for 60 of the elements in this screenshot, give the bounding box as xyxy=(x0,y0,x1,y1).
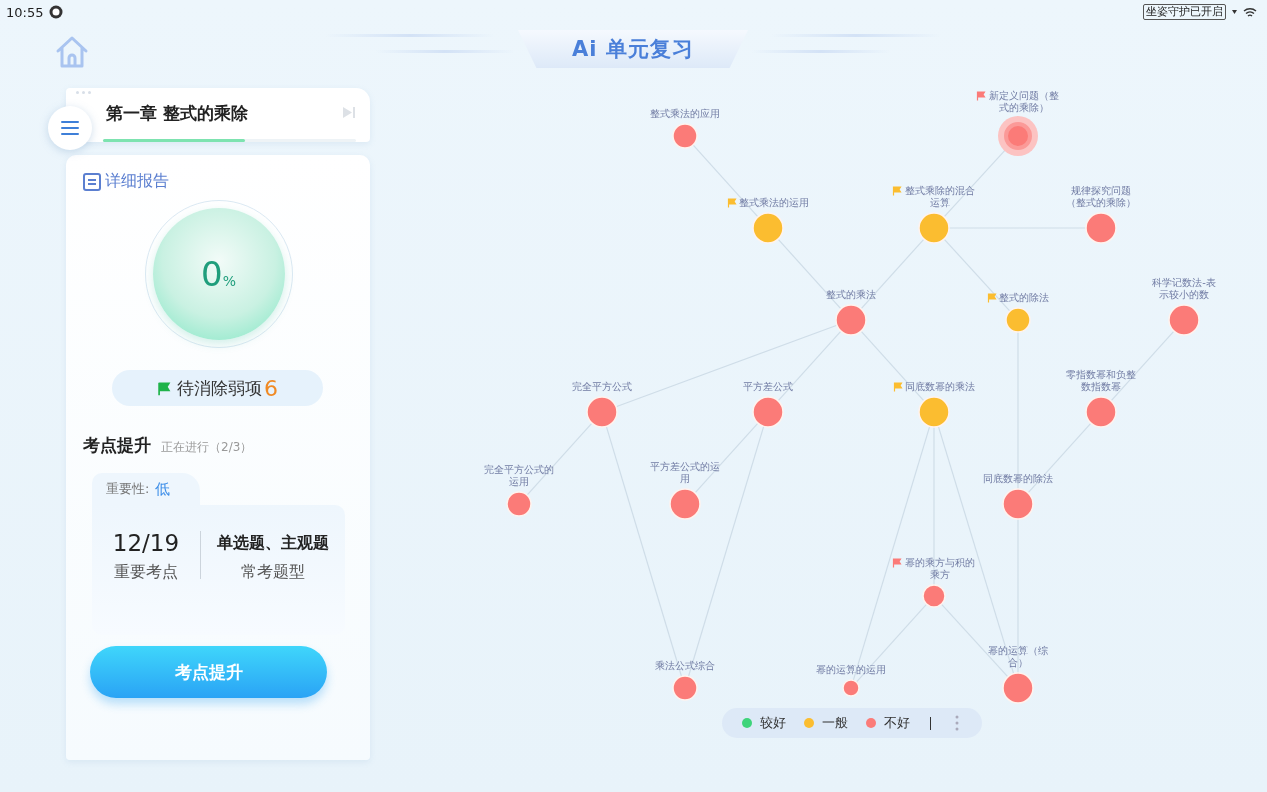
section-title: 考点提升 xyxy=(83,434,151,457)
menu-button[interactable] xyxy=(48,106,92,150)
node-label: 平方差公式的运用 xyxy=(649,461,721,485)
stat-label: 常考题型 xyxy=(241,561,305,583)
status-notice: 坐姿守护已开启 xyxy=(1143,4,1226,20)
score-value: 0 xyxy=(201,253,223,296)
node-label: 整式的除法 xyxy=(999,292,1049,304)
weak-items-count: 6 xyxy=(264,375,278,401)
flag-icon xyxy=(727,198,737,208)
chapter-title: 第一章 整式的乘除 xyxy=(106,101,249,125)
node-label: 整式的乘法 xyxy=(826,289,876,301)
weak-items-label: 待消除弱项 xyxy=(177,376,262,400)
stat-value: 12/19 xyxy=(112,528,180,558)
node-label: 规律探究问题（整式的乘除） xyxy=(1065,185,1137,209)
node-label: 幂的运算（综合） xyxy=(987,645,1049,669)
score-unit: % xyxy=(222,273,236,289)
boost-button[interactable]: 考点提升 xyxy=(90,646,327,698)
status-time: 10:55 xyxy=(6,4,44,20)
node-label: 整式乘法的应用 xyxy=(650,108,720,120)
more-icon xyxy=(955,715,959,731)
notification-icon xyxy=(49,5,64,19)
importance-label: 重要性: xyxy=(106,480,150,498)
node-label: 平方差公式 xyxy=(743,381,793,393)
node-label: 整式乘除的混合运算 xyxy=(904,185,976,209)
page-title: Ai 单元复习 xyxy=(518,30,748,68)
node-label: 同底数幂的除法 xyxy=(983,473,1053,485)
node-label: 幂的乘方与积的乘方 xyxy=(904,557,976,581)
legend-label: 较好 xyxy=(760,714,786,732)
skip-icon xyxy=(342,105,356,119)
node-label: 零指数幂和负整数指数幂 xyxy=(1065,369,1137,393)
graph-node[interactable] xyxy=(1004,122,1032,150)
node-label: 科学记数法-表示较小的数 xyxy=(1151,277,1217,301)
flag-icon xyxy=(157,381,171,396)
node-label: 整式乘法的运用 xyxy=(739,197,809,209)
flag-icon xyxy=(987,293,997,303)
report-icon xyxy=(83,172,101,191)
caret-icon xyxy=(1232,10,1237,14)
stat-label: 重要考点 xyxy=(114,561,178,583)
home-icon xyxy=(54,35,90,69)
legend-label: 一般 xyxy=(822,714,848,732)
flag-icon xyxy=(892,558,902,568)
node-label: 同底数幂的乘法 xyxy=(905,381,975,393)
graph-edge xyxy=(860,330,925,402)
flag-icon xyxy=(976,91,986,101)
node-label: 完全平方公式的运用 xyxy=(483,464,555,488)
menu-icon xyxy=(61,121,79,135)
importance-value: 低 xyxy=(155,479,171,499)
flag-icon xyxy=(893,382,903,392)
skip-button[interactable] xyxy=(342,105,356,119)
report-link[interactable]: 详细报告 xyxy=(83,171,169,192)
node-label: 幂的运算的运用 xyxy=(816,664,886,676)
node-label: 新定义问题（整式的乘除） xyxy=(988,90,1060,114)
legend-label: 不好 xyxy=(884,714,910,732)
more-button[interactable] xyxy=(955,715,959,731)
progress-status: 正在进行（2/3） xyxy=(161,439,253,456)
flag-icon xyxy=(892,186,902,196)
node-label: 乘法公式综合 xyxy=(655,660,715,672)
wifi-icon xyxy=(1243,6,1257,18)
stat-value: 单选题、主观题 xyxy=(217,531,329,554)
node-label: 完全平方公式 xyxy=(572,381,632,393)
